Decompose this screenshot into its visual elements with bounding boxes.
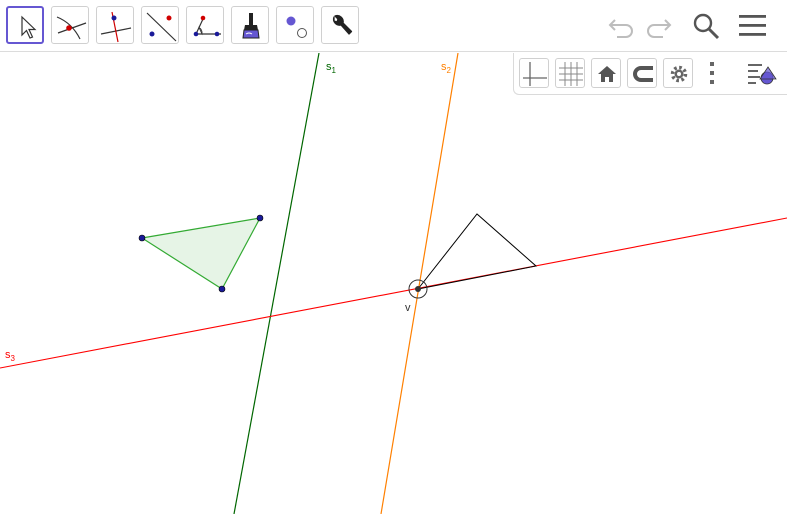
cursor-arrow-icon bbox=[21, 15, 37, 39]
label-s1: s1 bbox=[326, 61, 336, 76]
more-icon bbox=[710, 62, 714, 84]
graphics-view[interactable]: s1 s2 s3 v bbox=[0, 52, 787, 515]
label-s2: s2 bbox=[441, 61, 451, 76]
polygon-vertex-point[interactable] bbox=[138, 234, 146, 242]
home-view-button[interactable] bbox=[591, 58, 621, 88]
angle-triangle[interactable] bbox=[417, 213, 538, 290]
point-on-curve-icon bbox=[56, 16, 87, 40]
triangle-polygon[interactable] bbox=[140, 217, 262, 290]
search-button[interactable] bbox=[688, 10, 724, 42]
show-hide-object-tool[interactable] bbox=[276, 6, 314, 44]
angle-tool[interactable] bbox=[186, 6, 224, 44]
point-on-object-tool[interactable] bbox=[51, 6, 89, 44]
menu-icon bbox=[739, 15, 766, 36]
label-s3: s3 bbox=[5, 349, 15, 364]
magnet-icon bbox=[633, 66, 653, 82]
perpendicular-line-tool[interactable] bbox=[96, 6, 134, 44]
algebra-toggle-icon bbox=[748, 64, 777, 85]
paintbrush-icon bbox=[242, 13, 260, 39]
label-v: v bbox=[405, 302, 411, 314]
line-s1[interactable] bbox=[233, 52, 320, 515]
graphics-settings-button[interactable] bbox=[663, 58, 693, 88]
line-through-points-icon bbox=[146, 12, 177, 42]
angle-icon bbox=[193, 15, 221, 37]
redo-icon bbox=[647, 19, 672, 38]
line-tool[interactable] bbox=[141, 6, 179, 44]
home-icon bbox=[598, 66, 616, 82]
pen-tool[interactable] bbox=[231, 6, 269, 44]
tools-menu[interactable] bbox=[321, 6, 359, 44]
vertex-point-v[interactable] bbox=[415, 286, 421, 292]
wrench-icon bbox=[332, 14, 353, 35]
grid-toggle-button[interactable] bbox=[555, 58, 585, 88]
grid-icon bbox=[559, 62, 583, 86]
axes-icon bbox=[523, 62, 547, 86]
gear-icon bbox=[670, 65, 688, 83]
show-hide-icon bbox=[286, 16, 307, 38]
search-icon bbox=[693, 13, 720, 40]
undo-icon bbox=[608, 19, 633, 38]
construction-canvas[interactable] bbox=[0, 52, 787, 515]
point-capturing-button[interactable] bbox=[627, 58, 657, 88]
style-bar bbox=[513, 53, 787, 95]
more-options-button[interactable] bbox=[705, 58, 719, 88]
polygon-vertex-point[interactable] bbox=[256, 214, 264, 222]
perpendicular-line-icon bbox=[100, 11, 132, 43]
undo-button[interactable] bbox=[604, 10, 640, 42]
move-tool[interactable] bbox=[6, 6, 44, 44]
polygon-vertex-point[interactable] bbox=[218, 285, 226, 293]
axes-toggle-button[interactable] bbox=[519, 58, 549, 88]
line-s3[interactable] bbox=[0, 217, 787, 369]
algebra-view-toggle[interactable] bbox=[746, 58, 780, 88]
main-menu-button[interactable] bbox=[735, 10, 771, 42]
toolbar bbox=[0, 0, 787, 52]
redo-button[interactable] bbox=[640, 10, 676, 42]
